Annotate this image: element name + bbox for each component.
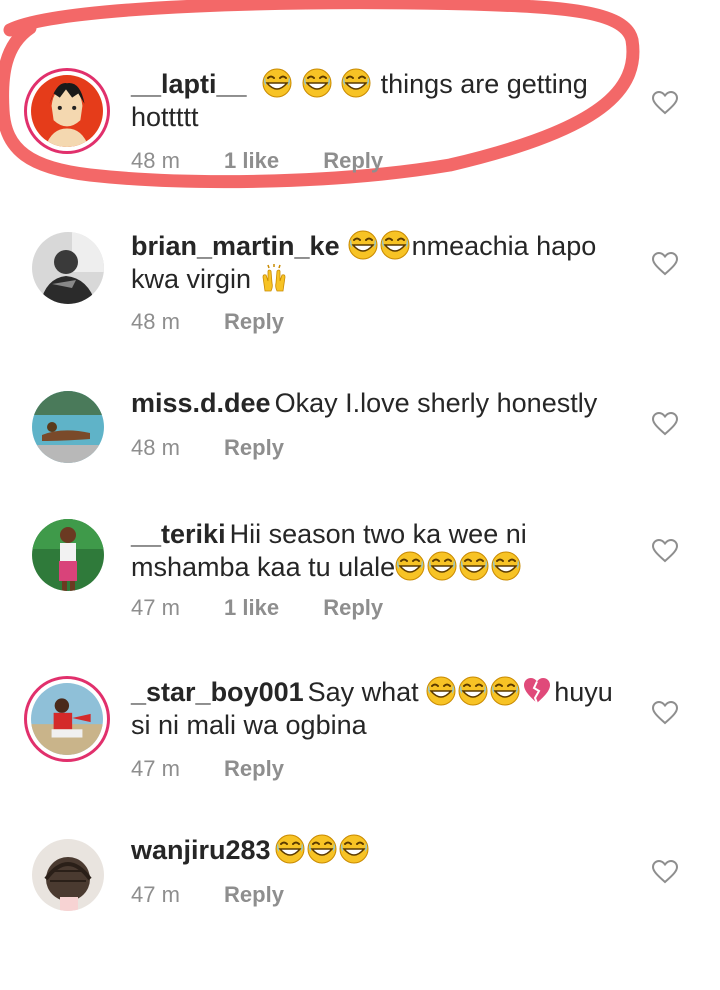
comment-time: 47 m	[131, 595, 180, 620]
reply-button[interactable]: Reply	[224, 882, 284, 907]
avatar[interactable]	[32, 839, 104, 911]
user-photo-icon	[32, 839, 104, 911]
like-heart-icon[interactable]	[652, 91, 678, 115]
grin-squint-emoji-icon	[427, 551, 458, 581]
comment-item: __lapti__ things are getting hottttt 48 …	[0, 60, 720, 220]
comment-username[interactable]: wanjiru283	[131, 835, 271, 865]
grin-squint-emoji-icon	[426, 676, 457, 706]
comment-username[interactable]: brian_martin_ke	[131, 231, 340, 261]
grin-squint-emoji-icon	[341, 68, 372, 98]
comment-time: 48 m	[131, 148, 180, 173]
avatar[interactable]	[32, 232, 104, 304]
grin-squint-emoji-icon	[491, 551, 522, 581]
likes-count-link[interactable]: 1 like	[224, 595, 279, 620]
reply-button[interactable]: Reply	[224, 756, 284, 781]
grin-squint-emoji-icon	[274, 834, 305, 864]
comment-meta: 48 m 1 like Reply	[131, 148, 421, 174]
comment-meta: 48 m Reply	[131, 309, 322, 335]
grin-squint-emoji-icon	[458, 676, 489, 706]
comment-meta: 47 m Reply	[131, 882, 322, 908]
user-photo-icon	[32, 391, 104, 463]
grin-squint-emoji-icon	[262, 68, 293, 98]
user-photo-icon	[31, 683, 103, 755]
reply-button[interactable]: Reply	[323, 148, 383, 173]
user-photo-icon	[32, 232, 104, 304]
likes-count-link[interactable]: 1 like	[224, 148, 279, 173]
avatar[interactable]	[32, 519, 104, 591]
comment-text: Okay I.love sherly honestly	[274, 388, 598, 418]
comment-username[interactable]: __lapti__	[131, 69, 247, 99]
comment-meta: 47 m 1 like Reply	[131, 595, 421, 621]
comment-item: _star_boy001 Say what huyu si ni mali wa …	[0, 672, 720, 832]
comment-item: wanjiru283 47 m Reply	[0, 830, 720, 990]
like-heart-icon[interactable]	[652, 860, 678, 884]
grin-squint-emoji-icon	[395, 551, 426, 581]
grin-squint-emoji-icon	[379, 230, 410, 260]
like-heart-icon[interactable]	[652, 539, 678, 563]
comment-item: brian_martin_ke nmeachia hapo kwa virgin …	[0, 222, 720, 382]
grin-squint-emoji-icon	[459, 551, 490, 581]
like-heart-icon[interactable]	[652, 252, 678, 276]
comment-username[interactable]: __teriki	[131, 519, 226, 549]
reply-button[interactable]: Reply	[224, 309, 284, 334]
grin-squint-emoji-icon	[338, 834, 369, 864]
like-heart-icon[interactable]	[652, 701, 678, 725]
comment-username[interactable]: _star_boy001	[131, 677, 304, 707]
avatar[interactable]	[24, 68, 110, 154]
comment-meta: 47 m Reply	[131, 756, 322, 782]
comment-item: __teriki Hii season two ka wee ni mshamba…	[0, 512, 720, 672]
avatar[interactable]	[24, 676, 110, 762]
comment-time: 48 m	[131, 435, 180, 460]
broken-heart-emoji-icon	[524, 678, 551, 704]
reply-button[interactable]: Reply	[224, 435, 284, 460]
grin-squint-emoji-icon	[490, 676, 521, 706]
grin-squint-emoji-icon	[306, 834, 337, 864]
grin-squint-emoji-icon	[347, 230, 378, 260]
comment-time: 47 m	[131, 756, 180, 781]
like-heart-icon[interactable]	[652, 412, 678, 436]
user-photo-icon	[31, 75, 103, 147]
user-photo-icon	[32, 519, 104, 591]
comment-meta: 48 m Reply	[131, 435, 322, 461]
grin-squint-emoji-icon	[301, 68, 332, 98]
comment-time: 47 m	[131, 882, 180, 907]
avatar[interactable]	[32, 391, 104, 463]
comment-time: 48 m	[131, 309, 180, 334]
raising-hands-emoji-icon	[262, 264, 285, 292]
comment-text: Say what	[307, 677, 419, 707]
reply-button[interactable]: Reply	[323, 595, 383, 620]
comment-username[interactable]: miss.d.dee	[131, 388, 271, 418]
